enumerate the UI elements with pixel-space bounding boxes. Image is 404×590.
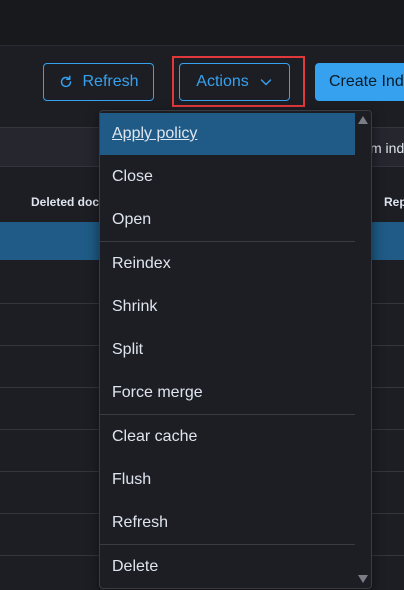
menu-item-flush[interactable]: Flush [100, 459, 356, 501]
menu-item-clear-cache[interactable]: Clear cache [100, 416, 356, 458]
menu-item-force-merge[interactable]: Force merge [100, 372, 356, 414]
create-index-button[interactable]: Create Inde [315, 63, 404, 101]
column-header-deleted-documents[interactable]: Deleted docu [31, 195, 106, 209]
menu-divider [100, 544, 356, 545]
column-header-replicas[interactable]: Rep [384, 195, 404, 209]
actions-button-label: Actions [196, 73, 249, 90]
create-index-button-label: Create Inde [329, 73, 404, 90]
filter-text: m ind [370, 140, 404, 156]
menu-divider [100, 414, 356, 415]
menu-item-apply-policy[interactable]: Apply policy [100, 113, 356, 155]
menu-item-close[interactable]: Close [100, 156, 356, 198]
menu-item-split[interactable]: Split [100, 329, 356, 371]
refresh-button-label: Refresh [82, 73, 139, 90]
menu-item-open[interactable]: Open [100, 199, 356, 241]
menu-item-delete[interactable]: Delete [100, 546, 356, 588]
refresh-icon [58, 74, 74, 90]
chevron-down-icon [259, 75, 273, 89]
page: Refresh Actions Create Inde m ind Delete… [0, 0, 404, 590]
actions-menu: Apply policy Close Open Reindex Shrink S… [99, 110, 372, 589]
scroll-up-arrow-icon[interactable] [358, 116, 368, 124]
menu-item-shrink[interactable]: Shrink [100, 286, 356, 328]
scrollbar-thumb[interactable] [358, 129, 368, 569]
menu-divider [100, 241, 356, 242]
scroll-down-arrow-icon[interactable] [358, 575, 368, 583]
menu-scrollbar[interactable] [355, 111, 371, 588]
refresh-button[interactable]: Refresh [43, 63, 154, 101]
top-bar [0, 0, 404, 46]
actions-button[interactable]: Actions [179, 63, 290, 101]
menu-item-refresh[interactable]: Refresh [100, 502, 356, 544]
menu-item-reindex[interactable]: Reindex [100, 243, 356, 285]
